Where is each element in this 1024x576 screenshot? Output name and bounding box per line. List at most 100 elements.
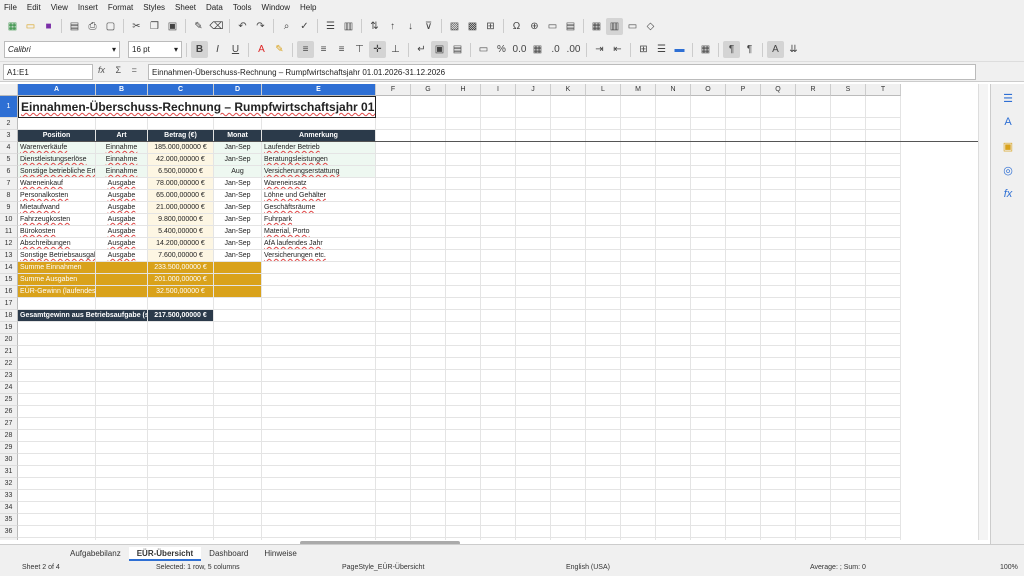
table-cell[interactable]: 6.500,00000 € [148, 166, 214, 178]
table-cell[interactable] [656, 154, 691, 166]
table-cell[interactable]: 5.400,00000 € [148, 226, 214, 238]
column-header-b[interactable]: B [96, 84, 148, 96]
table-cell[interactable] [411, 346, 446, 358]
table-cell[interactable] [726, 538, 761, 540]
table-cell[interactable] [656, 466, 691, 478]
table-cell[interactable] [621, 286, 656, 298]
table-cell[interactable] [411, 250, 446, 262]
table-cell[interactable] [621, 298, 656, 310]
table-cell[interactable] [691, 454, 726, 466]
table-cell[interactable] [516, 166, 551, 178]
table-cell[interactable] [376, 154, 411, 166]
table-cell[interactable] [214, 514, 262, 526]
table-cell[interactable] [376, 238, 411, 250]
status-language[interactable]: English (USA) [566, 564, 610, 571]
table-cell[interactable] [516, 478, 551, 490]
table-cell[interactable]: Material, Porto [262, 226, 376, 238]
currency-format-icon[interactable]: ▭ [475, 41, 492, 58]
column-header-c[interactable]: C [148, 84, 214, 96]
table-cell[interactable] [551, 358, 586, 370]
table-cell[interactable] [96, 502, 148, 514]
table-cell[interactable] [621, 96, 656, 118]
table-cell[interactable] [691, 226, 726, 238]
row-header-15[interactable]: 15 [0, 274, 18, 286]
table-cell[interactable] [411, 538, 446, 540]
table-cell[interactable] [656, 178, 691, 190]
table-cell[interactable] [691, 274, 726, 286]
table-cell[interactable] [726, 394, 761, 406]
table-cell[interactable] [761, 490, 796, 502]
row-header-32[interactable]: 32 [0, 478, 18, 490]
table-cell[interactable] [516, 526, 551, 538]
table-cell[interactable] [376, 96, 411, 118]
table-cell[interactable] [621, 478, 656, 490]
table-cell[interactable] [411, 226, 446, 238]
table-cell[interactable] [516, 286, 551, 298]
table-cell[interactable] [96, 322, 148, 334]
table-cell[interactable] [621, 142, 656, 154]
table-cell[interactable] [761, 478, 796, 490]
table-cell[interactable] [262, 430, 376, 442]
table-cell[interactable] [214, 478, 262, 490]
sort-icon[interactable]: ⇅ [366, 18, 383, 35]
summary-value[interactable]: 233.500,00000 € [148, 262, 214, 274]
table-cell[interactable] [148, 322, 214, 334]
table-cell[interactable] [866, 190, 901, 202]
table-cell[interactable] [148, 538, 214, 540]
number-format-icon[interactable]: 0.0 [511, 41, 528, 58]
table-cell[interactable] [586, 202, 621, 214]
row-header-16[interactable]: 16 [0, 286, 18, 298]
table-cell[interactable] [214, 454, 262, 466]
row-header-10[interactable]: 10 [0, 214, 18, 226]
table-cell[interactable] [481, 430, 516, 442]
table-cell[interactable]: Warenverkäufe [18, 142, 96, 154]
table-cell[interactable] [656, 370, 691, 382]
table-cell[interactable] [376, 166, 411, 178]
table-cell[interactable] [262, 502, 376, 514]
vertical-scrollbar[interactable] [978, 84, 988, 540]
table-cell[interactable] [866, 478, 901, 490]
table-cell[interactable] [761, 526, 796, 538]
table-cell[interactable] [18, 538, 96, 540]
table-cell[interactable] [831, 418, 866, 430]
table-cell[interactable] [481, 250, 516, 262]
table-cell[interactable] [551, 538, 586, 540]
font-color-icon[interactable]: A [253, 41, 270, 58]
table-cell[interactable] [726, 96, 761, 118]
row-header-30[interactable]: 30 [0, 454, 18, 466]
table-cell[interactable]: 9.800,00000 € [148, 214, 214, 226]
split-window-icon[interactable]: ▭ [624, 18, 641, 35]
total-label[interactable]: Gesamtgewinn aus Betriebsaufgabe (steuer… [18, 310, 148, 322]
status-sum[interactable]: Average: ; Sum: 0 [810, 564, 866, 571]
table-cell[interactable] [691, 178, 726, 190]
table-cell[interactable] [586, 178, 621, 190]
table-cell[interactable] [262, 382, 376, 394]
table-cell[interactable] [691, 394, 726, 406]
table-cell[interactable] [148, 334, 214, 346]
table-cell[interactable] [866, 310, 901, 322]
table-cell[interactable] [516, 118, 551, 130]
table-cell[interactable] [446, 96, 481, 118]
table-cell[interactable] [516, 310, 551, 322]
table-cell[interactable] [866, 96, 901, 118]
table-cell[interactable] [831, 394, 866, 406]
table-cell[interactable] [516, 238, 551, 250]
table-cell[interactable] [656, 454, 691, 466]
table-cell[interactable] [726, 334, 761, 346]
menu-window[interactable]: Window [262, 3, 290, 12]
table-cell[interactable]: Jan-Sep [214, 226, 262, 238]
table-cell[interactable] [376, 490, 411, 502]
table-cell[interactable] [18, 382, 96, 394]
table-cell[interactable] [761, 286, 796, 298]
left-to-right-icon[interactable]: ¶ [723, 41, 740, 58]
table-cell[interactable] [214, 382, 262, 394]
table-cell[interactable] [726, 166, 761, 178]
table-cell[interactable] [726, 526, 761, 538]
table-cell[interactable] [551, 154, 586, 166]
italic-icon[interactable]: I [209, 41, 226, 58]
table-cell[interactable] [586, 466, 621, 478]
table-cell[interactable] [761, 358, 796, 370]
add-decimal-icon[interactable]: .0 [547, 41, 564, 58]
tab-hinweise[interactable]: Hinweise [256, 547, 304, 561]
table-cell[interactable] [411, 322, 446, 334]
